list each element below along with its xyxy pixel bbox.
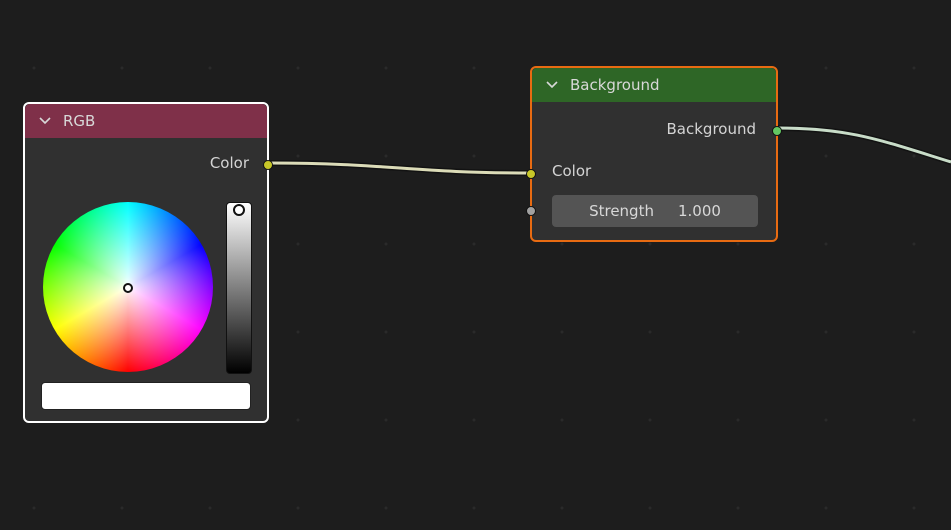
link-rgb-to-background[interactable] (267, 160, 532, 176)
background-input-color-socket[interactable] (526, 169, 536, 179)
rgb-output-color-label: Color (209, 154, 249, 172)
link-background-output-line[interactable] (776, 126, 951, 164)
background-node[interactable]: Background Background Color Strength 1.0… (526, 66, 782, 242)
node-editor-canvas[interactable]: RGB Color Background Background Color St… (0, 0, 951, 530)
background-node-title: Background (570, 76, 660, 94)
strength-value: 1.000 (677, 202, 721, 220)
strength-label: Strength (589, 202, 654, 220)
link-background-output[interactable] (776, 125, 951, 165)
value-slider[interactable] (226, 202, 252, 374)
value-slider-cursor[interactable] (233, 204, 245, 216)
color-wheel-cursor[interactable] (123, 283, 133, 293)
background-output-label: Background (666, 120, 757, 138)
rgb-node[interactable]: RGB Color (23, 102, 273, 423)
strength-input-socket[interactable] (526, 206, 536, 216)
background-node-header[interactable]: Background (532, 68, 776, 102)
background-output-socket[interactable] (772, 126, 782, 136)
rgb-node-title: RGB (63, 112, 96, 130)
chevron-down-icon[interactable] (546, 81, 564, 89)
chevron-down-icon[interactable] (39, 117, 57, 125)
color-swatch[interactable] (41, 382, 251, 410)
rgb-node-header[interactable]: RGB (25, 104, 267, 138)
strength-field[interactable]: Strength 1.000 (552, 195, 758, 227)
background-input-color-label: Color (552, 162, 592, 180)
rgb-output-color-socket[interactable] (263, 160, 273, 170)
link-rgb-to-background-line[interactable] (267, 161, 532, 175)
